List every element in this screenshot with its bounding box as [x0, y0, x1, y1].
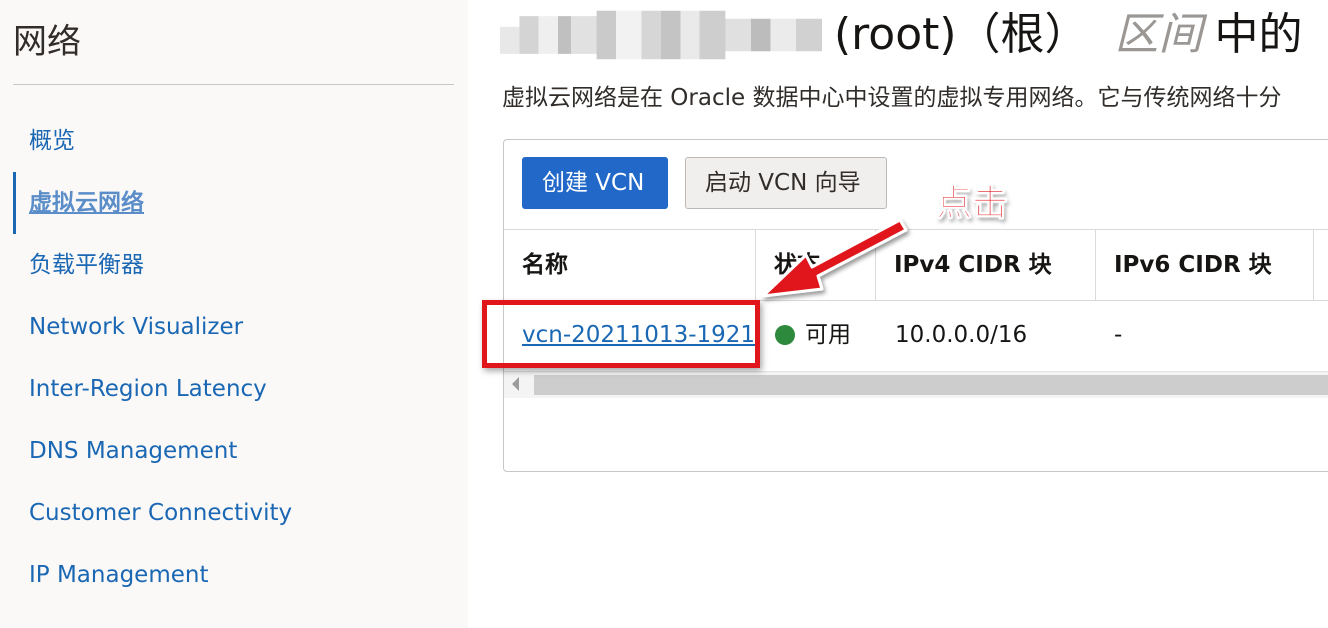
sidebar-item-network-visualizer[interactable]: Network Visualizer — [0, 296, 468, 358]
page-title: (root)（根） 区间 中的 — [834, 6, 1303, 64]
column-header-name[interactable]: 名称 — [504, 230, 756, 300]
sidebar: 网络 概览 虚拟云网络 负载平衡器 Network Visualizer Int… — [0, 0, 468, 628]
sidebar-item-inter-region-latency[interactable]: Inter-Region Latency — [0, 358, 468, 420]
column-header-ipv4-cidr[interactable]: IPv4 CIDR 块 — [876, 230, 1096, 300]
sidebar-title: 网络 — [13, 22, 81, 62]
sidebar-item-overview[interactable]: 概览 — [0, 110, 468, 172]
ipv4-cidr-cell: 10.0.0.0/16 — [895, 322, 1028, 348]
start-vcn-wizard-button[interactable]: 启动 VCN 向导 — [685, 157, 887, 209]
scrollbar-thumb[interactable] — [534, 375, 1328, 395]
compartment-label[interactable]: 区间 — [1115, 9, 1203, 60]
table-header: 名称 状态 IPv4 CIDR 块 IPv6 CIDR 块 — [504, 229, 1328, 301]
sidebar-item-customer-connectivity[interactable]: Customer Connectivity — [0, 482, 468, 544]
sidebar-item-ip-management[interactable]: IP Management — [0, 544, 468, 606]
scroll-left-arrow-icon[interactable] — [512, 377, 519, 391]
redacted-tenancy-name — [500, 10, 822, 60]
status-text: 可用 — [805, 322, 851, 348]
sidebar-item-virtual-cloud-networks[interactable]: 虚拟云网络 — [0, 172, 468, 234]
sidebar-divider — [13, 84, 454, 85]
sidebar-nav: 概览 虚拟云网络 负载平衡器 Network Visualizer Inter-… — [0, 110, 468, 606]
ipv6-cidr-cell: - — [1114, 322, 1123, 348]
page-description: 虚拟云网络是在 Oracle 数据中心中设置的虚拟专用网络。它与传统网络十分 — [502, 85, 1282, 111]
root-label: (root)（根） — [834, 9, 1089, 60]
status-cell: 可用 — [775, 300, 851, 370]
column-header-ipv6-cidr[interactable]: IPv6 CIDR 块 — [1096, 230, 1314, 300]
annotation-label: 点击 — [935, 183, 1009, 225]
annotation-highlight-box — [482, 300, 760, 368]
title-suffix: 中的 — [1214, 9, 1303, 60]
sidebar-item-load-balancers[interactable]: 负载平衡器 — [0, 234, 468, 296]
horizontal-scrollbar[interactable] — [504, 371, 1328, 398]
create-vcn-button[interactable]: 创建 VCN — [522, 157, 668, 209]
sidebar-item-dns-management[interactable]: DNS Management — [0, 420, 468, 482]
status-available-icon — [775, 325, 795, 345]
column-header-status[interactable]: 状态 — [756, 230, 876, 300]
